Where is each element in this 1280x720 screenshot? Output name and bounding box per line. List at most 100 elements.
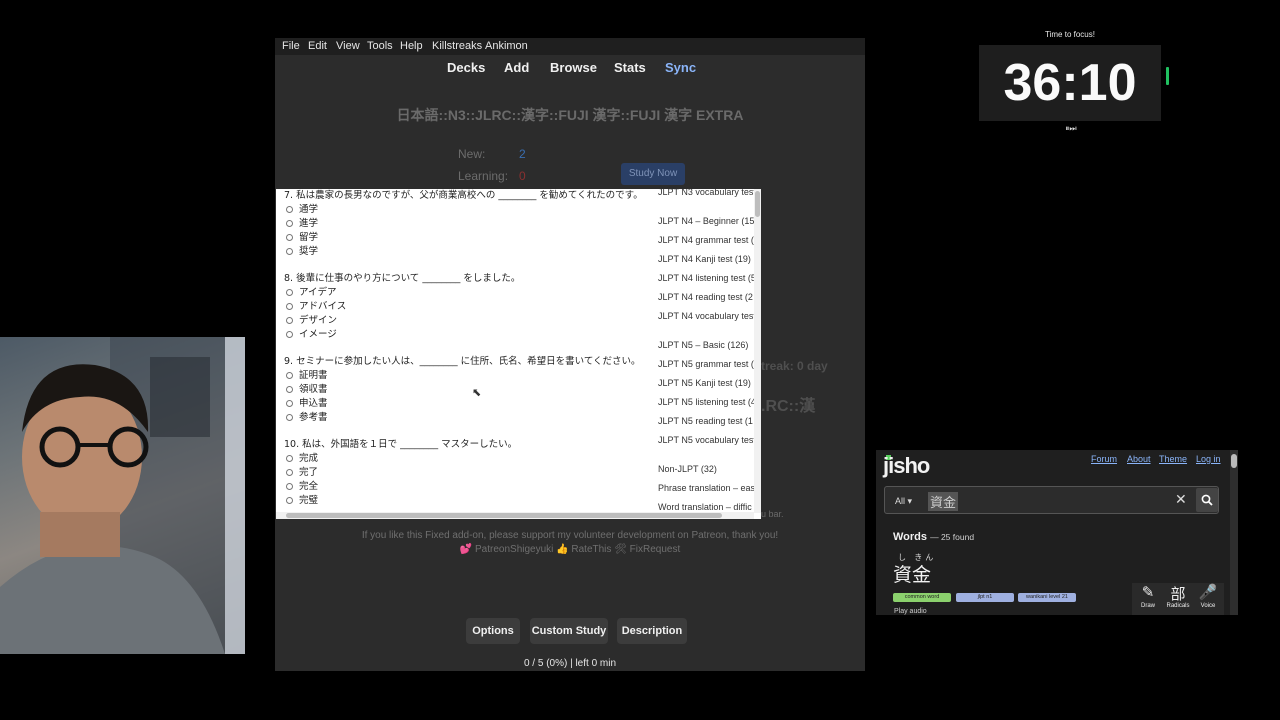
deck-title: 日本語::N3::JLRC::漢字::FUJI 漢字::FUJI 漢字 EXTR…: [396, 107, 744, 123]
scrollbar-thumb[interactable]: [755, 191, 760, 217]
radio-icon[interactable]: [286, 303, 293, 310]
mouse-cursor-icon: ⬉: [472, 387, 482, 399]
toolbar-sync[interactable]: Sync: [665, 60, 696, 75]
study-now-button[interactable]: Study Now: [621, 163, 685, 185]
menu-tools[interactable]: Tools: [367, 40, 393, 52]
nav-theme[interactable]: Theme: [1159, 454, 1187, 464]
vertical-scrollbar[interactable]: [754, 189, 761, 513]
nav-about[interactable]: About: [1127, 454, 1151, 464]
toolbar-add[interactable]: Add: [504, 60, 529, 75]
nav-forum[interactable]: Forum: [1091, 454, 1117, 464]
option[interactable]: 参考書: [286, 409, 328, 423]
test-link[interactable]: JLPT N4 Kanji test (19): [658, 254, 751, 264]
option[interactable]: 進学: [286, 215, 318, 229]
radio-icon[interactable]: [286, 331, 293, 338]
tag-wanikani: wanikani level 21: [1018, 593, 1076, 602]
test-link[interactable]: JLPT N5 vocabulary test: [658, 435, 756, 445]
progress-text: 0 / 5 (0%) | left 0 min: [523, 658, 617, 669]
option[interactable]: デザイン: [286, 312, 337, 326]
question-9: 9. セミナーに参加したい人は、________ に住所、氏名、希望日を書いてく…: [284, 356, 641, 367]
radio-icon[interactable]: [286, 455, 293, 462]
test-link[interactable]: JLPT N4 listening test (5: [658, 273, 756, 283]
scrollbar-thumb[interactable]: [1231, 454, 1237, 468]
option[interactable]: 完成: [286, 450, 318, 464]
menu-edit[interactable]: Edit: [308, 40, 327, 52]
jisho-logo[interactable]: jisho: [883, 453, 930, 479]
radio-icon[interactable]: [286, 400, 293, 407]
menu-file[interactable]: File: [282, 40, 300, 52]
search-button[interactable]: [1196, 488, 1218, 512]
radio-icon[interactable]: [286, 372, 293, 379]
play-audio-link[interactable]: Play audio: [894, 608, 927, 615]
option[interactable]: 完了: [286, 464, 318, 478]
test-link[interactable]: JLPT N3 vocabulary test: [658, 189, 756, 197]
test-link[interactable]: JLPT N5 Kanji test (19): [658, 378, 751, 388]
nav-login[interactable]: Log in: [1196, 454, 1221, 464]
focus-timer: 36:10: [979, 45, 1161, 121]
scrollbar-thumb[interactable]: [286, 513, 722, 518]
search-input[interactable]: 資金: [928, 492, 959, 511]
test-link[interactable]: JLPT N4 grammar test (: [658, 235, 754, 245]
custom-study-button[interactable]: Custom Study: [530, 618, 608, 644]
option[interactable]: 通学: [286, 201, 318, 215]
menu-view[interactable]: View: [336, 40, 360, 52]
toolbar-browse[interactable]: Browse: [550, 60, 597, 75]
main-toolbar: Decks Add Browse Stats Sync: [275, 55, 865, 81]
radicals-tool[interactable]: 部 Radicals: [1163, 583, 1193, 609]
timer-controls-icon[interactable]: ⏸⏭: [1059, 124, 1083, 134]
radio-icon[interactable]: [286, 386, 293, 393]
clear-icon[interactable]: ✕: [1175, 491, 1187, 508]
support-links[interactable]: 💕 PatreonShigeyuki 👍 RateThis 🛠 FixReque…: [275, 544, 865, 555]
voice-tool[interactable]: 🎤 Voice: [1193, 583, 1223, 609]
radio-icon[interactable]: [286, 317, 293, 324]
menu-ankimon[interactable]: Ankimon: [485, 40, 528, 52]
radio-icon[interactable]: [286, 497, 293, 504]
test-link[interactable]: JLPT N5 grammar test (: [658, 359, 754, 369]
toolbar-decks[interactable]: Decks: [447, 60, 485, 75]
radio-icon[interactable]: [286, 206, 293, 213]
test-link[interactable]: JLPT N4 vocabulary test: [658, 311, 756, 321]
option[interactable]: 完璧: [286, 492, 318, 506]
menu-help[interactable]: Help: [400, 40, 423, 52]
support-message: If you like this Fixed add-on, please su…: [361, 530, 779, 541]
option[interactable]: アイデア: [286, 284, 337, 298]
option[interactable]: アドバイス: [286, 298, 346, 312]
result-word[interactable]: 資金: [893, 560, 931, 587]
horizontal-scrollbar[interactable]: [276, 512, 754, 519]
input-tools: ✎ Draw 部 Radicals 🎤 Voice: [1132, 583, 1224, 615]
radio-icon[interactable]: [286, 289, 293, 296]
options-button[interactable]: Options: [466, 618, 520, 644]
radio-icon[interactable]: [286, 414, 293, 421]
description-button[interactable]: Description: [617, 618, 687, 644]
option[interactable]: 奨学: [286, 243, 318, 257]
test-link[interactable]: Phrase translation – eas: [658, 483, 755, 493]
webcam-image: [0, 337, 245, 654]
words-label: Words: [893, 531, 928, 543]
option[interactable]: 留学: [286, 229, 318, 243]
jisho-scrollbar[interactable]: [1230, 450, 1238, 615]
option[interactable]: 領収書: [286, 381, 328, 395]
option[interactable]: 完全: [286, 478, 318, 492]
option[interactable]: 申込書: [286, 395, 328, 409]
radio-icon[interactable]: [286, 248, 293, 255]
radio-icon[interactable]: [286, 483, 293, 490]
test-link[interactable]: JLPT N5 reading test (1: [658, 416, 753, 426]
test-link[interactable]: JLPT N5 listening test (4: [658, 397, 756, 407]
radio-icon[interactable]: [286, 220, 293, 227]
test-link[interactable]: Word translation – diffic: [658, 502, 752, 512]
menu-killstreaks[interactable]: Killstreaks: [432, 40, 482, 52]
test-link[interactable]: JLPT N4 reading test (2: [658, 292, 753, 302]
radio-icon[interactable]: [286, 469, 293, 476]
radio-icon[interactable]: [286, 234, 293, 241]
radicals-icon: 部: [1170, 586, 1186, 603]
draw-tool[interactable]: ✎ Draw: [1133, 583, 1163, 609]
test-link[interactable]: JLPT N4 – Beginner (15: [658, 216, 754, 226]
search-scope-select[interactable]: All ▾: [895, 496, 912, 507]
bar-ghost-text: u bar.: [761, 509, 784, 519]
option[interactable]: イメージ: [286, 326, 337, 340]
test-link[interactable]: Non-JLPT (32): [658, 464, 717, 474]
toolbar-stats[interactable]: Stats: [614, 60, 646, 75]
test-link[interactable]: JLPT N5 – Basic (126): [658, 340, 748, 350]
deck-ghost-text: .RC::漢: [761, 398, 816, 415]
option[interactable]: 証明書: [286, 367, 328, 381]
